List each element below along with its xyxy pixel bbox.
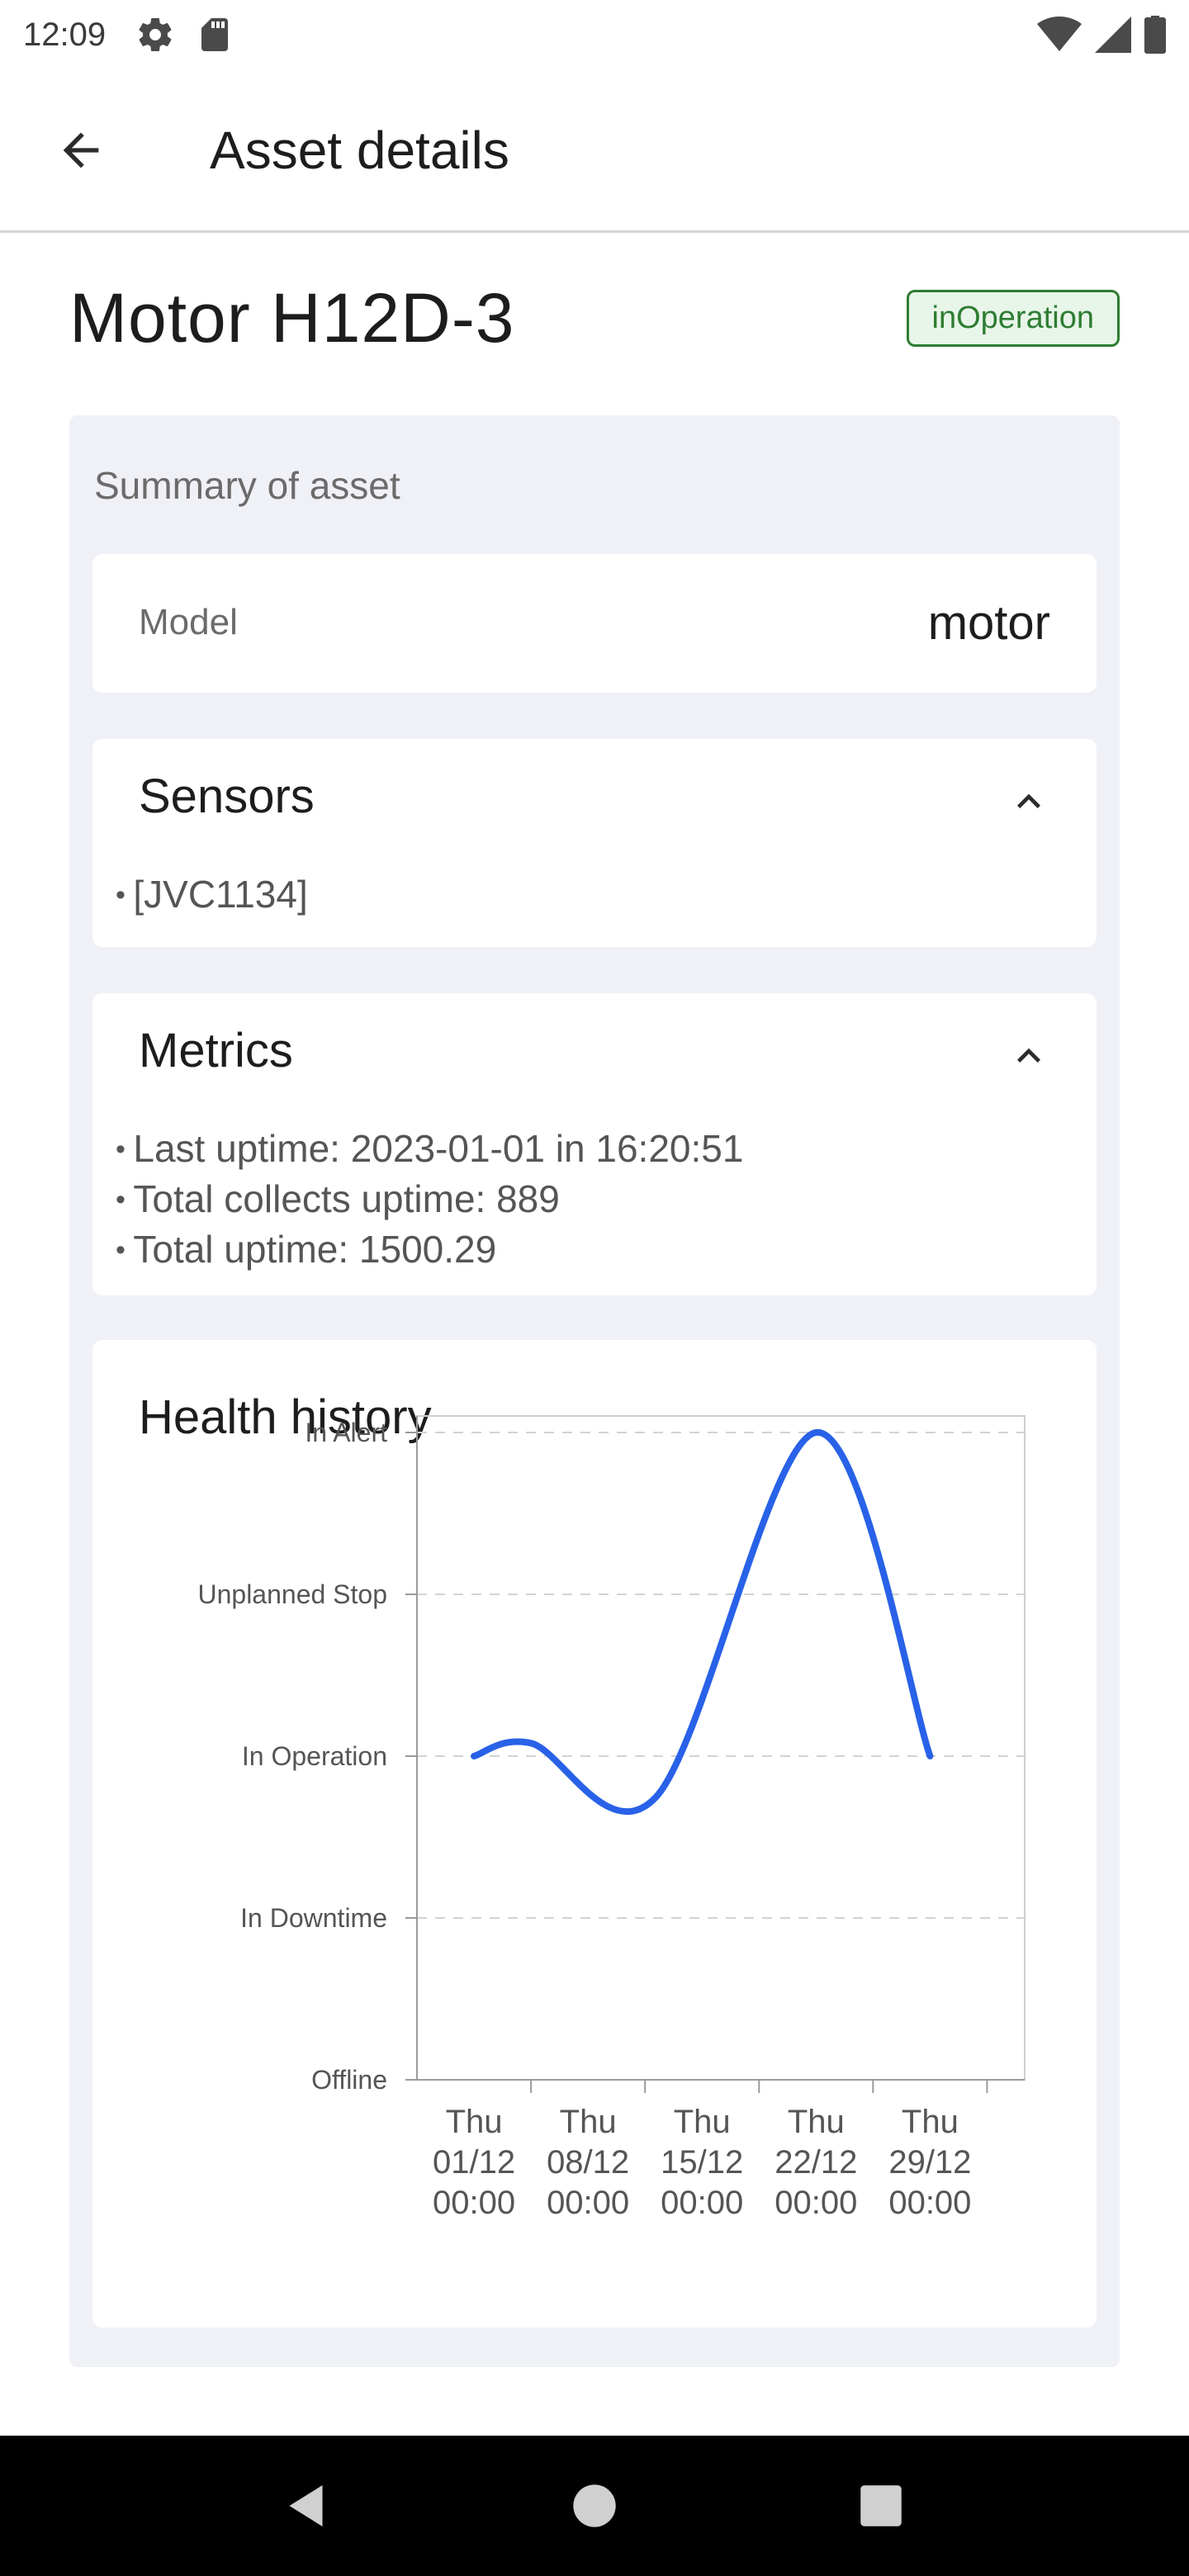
summary-title: Summary of asset <box>94 464 400 507</box>
x-tick-label: 00:00 <box>775 2185 857 2221</box>
nav-home-button[interactable] <box>561 2473 628 2539</box>
status-time: 12:09 <box>23 16 107 53</box>
status-bar: 12:09 <box>0 0 1189 69</box>
gear-icon <box>139 18 172 52</box>
x-tick-label: Thu <box>446 2104 503 2140</box>
sensors-card: Sensors [JVC1134] <box>92 739 1097 947</box>
system-nav-bar <box>0 2436 1189 2576</box>
health-series-line <box>471 1429 934 1816</box>
y-tick-label: Unplanned Stop <box>197 1579 387 1609</box>
list-item: [JVC1134] <box>116 871 307 921</box>
model-card: Model motor <box>92 554 1097 693</box>
x-tick-label: Thu <box>788 2104 845 2140</box>
health-history-card: Health history Offline In Downtime In Oper… <box>92 1340 1097 2327</box>
nav-back-button[interactable] <box>275 2473 341 2539</box>
x-tick-label: 00:00 <box>433 2185 515 2221</box>
x-tick-label: 15/12 <box>661 2144 743 2181</box>
sensors-heading: Sensors <box>139 769 315 823</box>
wifi-icon <box>1037 17 1082 51</box>
asset-header: Motor H12D-3 inOperation <box>69 272 1120 363</box>
metrics-card: Metrics Last uptime: 2023-01-01 in 16:20… <box>92 993 1097 1295</box>
back-button[interactable] <box>40 109 122 192</box>
app-bar: Asset details <box>0 69 1189 233</box>
model-value: motor <box>927 596 1050 650</box>
y-tick-label: Offline <box>311 2065 387 2095</box>
x-tick-label: Thu <box>902 2104 959 2140</box>
battery-icon <box>1144 16 1166 54</box>
y-tick-label: In Operation <box>242 1741 387 1771</box>
y-tick-label: In Alert <box>305 1418 387 1447</box>
cellular-icon <box>1095 17 1131 53</box>
page-title: Asset details <box>210 120 509 180</box>
x-tick-label: 00:00 <box>547 2185 629 2221</box>
asset-name: Motor H12D-3 <box>69 278 515 357</box>
summary-panel: Summary of asset Model motor Sensors [JV… <box>69 415 1120 2367</box>
home-circle-icon <box>573 2484 616 2527</box>
x-tick-label: Thu <box>560 2104 617 2140</box>
list-item: Total uptime: 1500.29 <box>116 1226 743 1276</box>
model-label: Model <box>139 602 238 642</box>
y-tick-label: In Downtime <box>240 1903 387 1933</box>
chevron-up-icon[interactable] <box>1006 779 1052 825</box>
sensors-list: [JVC1134] <box>116 871 307 921</box>
x-tick-label: 00:00 <box>661 2185 743 2221</box>
sd-card-icon <box>201 18 229 51</box>
chevron-up-icon[interactable] <box>1006 1033 1052 1079</box>
nav-recents-button[interactable] <box>848 2473 914 2539</box>
list-item: Last uptime: 2023-01-01 in 16:20:51 <box>116 1125 743 1176</box>
x-tick-label: 22/12 <box>775 2144 857 2181</box>
metrics-heading: Metrics <box>139 1024 293 1077</box>
x-tick-label: Thu <box>674 2104 731 2140</box>
recents-square-icon <box>860 2485 902 2526</box>
back-triangle-icon <box>289 2485 323 2526</box>
metrics-list: Last uptime: 2023-01-01 in 16:20:51 Tota… <box>116 1125 743 1276</box>
x-tick-label: 08/12 <box>547 2144 629 2181</box>
list-item: Total collects uptime: 889 <box>116 1176 743 1226</box>
x-tick-label: 00:00 <box>888 2185 971 2221</box>
arrow-back-icon <box>63 132 99 168</box>
health-history-chart: Offline In Downtime In Operation Unplanned … <box>197 1415 1026 2221</box>
status-badge: inOperation <box>906 289 1120 347</box>
plot-frame <box>416 1415 1026 2081</box>
x-tick-label: 29/12 <box>888 2144 971 2181</box>
x-tick-label: 01/12 <box>433 2144 515 2181</box>
